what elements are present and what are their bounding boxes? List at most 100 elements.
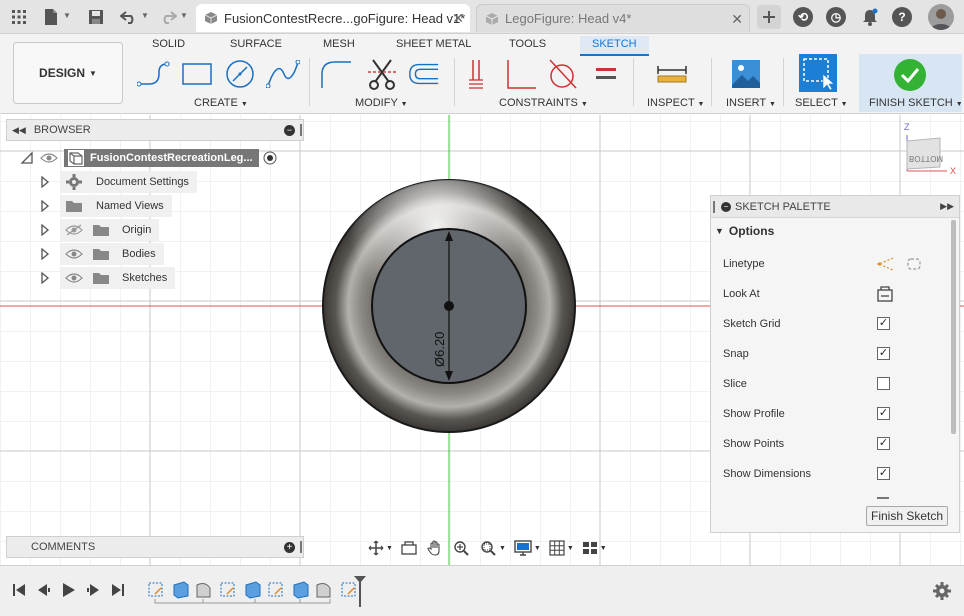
panel-grip-icon[interactable]	[300, 124, 302, 136]
file-menu-caret-icon[interactable]: ▼	[63, 11, 71, 20]
go-to-end-icon[interactable]	[112, 584, 124, 596]
close-tab-icon[interactable]: ✕	[452, 10, 464, 27]
palette-scrollbar[interactable]	[951, 220, 956, 434]
collapse-triangle-icon[interactable]	[20, 151, 34, 165]
select-menu[interactable]: SELECT ▼	[795, 97, 848, 109]
root-component-label-box[interactable]: FusionContestRecreationLeg...	[64, 149, 259, 167]
circle-tool-icon[interactable]	[223, 58, 257, 90]
center-point[interactable]	[444, 301, 454, 311]
spline-tool-icon[interactable]	[266, 58, 300, 90]
step-forward-icon[interactable]	[87, 584, 99, 596]
save-icon[interactable]	[85, 6, 107, 28]
step-back-icon[interactable]	[38, 584, 50, 596]
help-icon[interactable]: ?	[892, 7, 912, 27]
collapse-panel-icon[interactable]: ◀◀	[12, 125, 26, 136]
expand-triangle-icon[interactable]	[40, 176, 50, 188]
expand-triangle-icon[interactable]	[40, 224, 50, 236]
look-at-icon[interactable]	[401, 541, 417, 555]
chevron-down-icon[interactable]: ▼	[567, 545, 574, 552]
modify-menu[interactable]: MODIFY ▼	[355, 97, 408, 109]
offset-tool-icon[interactable]	[406, 58, 440, 90]
finish-sketch-button[interactable]: Finish Sketch	[866, 506, 948, 526]
browser-item-bodies[interactable]: Bodies	[40, 243, 164, 265]
comments-panel-header[interactable]: COMMENTS +	[6, 536, 304, 558]
revolve-feature-icon[interactable]	[316, 583, 331, 598]
timeline-features[interactable]	[148, 581, 356, 604]
expand-panel-icon[interactable]: ▶▶	[940, 201, 954, 212]
tab-surface[interactable]: SURFACE	[230, 36, 282, 56]
user-avatar[interactable]	[928, 4, 954, 30]
centerline-linetype-icon[interactable]	[905, 256, 923, 272]
browser-item-origin[interactable]: Origin	[40, 219, 160, 241]
notifications-bell-icon[interactable]	[859, 6, 881, 28]
view-cube-face[interactable]	[906, 137, 941, 170]
close-tab-icon[interactable]: ✕	[731, 11, 743, 28]
inspect-menu[interactable]: INSPECT ▼	[647, 97, 704, 109]
perpendicular-constraint-icon[interactable]	[503, 58, 537, 90]
constraints-menu[interactable]: CONSTRAINTS ▼	[499, 97, 588, 109]
tangent-constraint-icon[interactable]	[545, 58, 579, 90]
line-tool-icon[interactable]	[137, 58, 171, 90]
tab-tools[interactable]: TOOLS	[509, 36, 546, 56]
add-comment-icon[interactable]: +	[284, 542, 295, 553]
grid-settings-icon[interactable]	[549, 540, 565, 556]
browser-panel-header[interactable]: ◀◀ BROWSER −	[6, 119, 304, 141]
panel-grip-icon[interactable]	[713, 200, 715, 213]
revolve-feature-icon[interactable]	[196, 583, 211, 598]
construction-linetype-icon[interactable]	[877, 256, 895, 272]
eye-visible-icon[interactable]	[40, 152, 58, 164]
expand-triangle-icon[interactable]	[40, 200, 50, 212]
chevron-down-icon[interactable]: ▼	[600, 545, 607, 552]
zoom-icon[interactable]	[453, 540, 469, 556]
tab-head-v4[interactable]: LegoFigure: Head v4* ✕	[476, 4, 750, 32]
undo-icon[interactable]	[118, 6, 140, 28]
timeline-marker[interactable]	[354, 576, 366, 607]
tab-sketch[interactable]: SKETCH	[580, 36, 649, 56]
select-tool-icon[interactable]	[799, 54, 837, 92]
eye-visible-icon[interactable]	[60, 267, 88, 289]
tab-head-v1[interactable]: FusionContestRecre...goFigure: Head v1* …	[196, 4, 470, 32]
minimize-icon[interactable]: −	[721, 201, 731, 212]
sketch-feature-icon[interactable]	[268, 582, 283, 597]
new-tab-plus-icon[interactable]	[757, 5, 781, 29]
browser-root-item[interactable]: FusionContestRecreationLeg...	[20, 147, 277, 169]
chevron-down-icon[interactable]: ▼	[386, 545, 393, 552]
undo-caret-icon[interactable]: ▼	[141, 11, 149, 20]
rectangle-tool-icon[interactable]	[180, 58, 214, 90]
create-menu[interactable]: CREATE ▼	[194, 97, 248, 109]
workspace-switcher-button[interactable]: DESIGN ▼	[13, 42, 123, 104]
measure-ruler-icon[interactable]	[655, 58, 689, 90]
expand-triangle-icon[interactable]	[40, 272, 50, 284]
snap-checkbox[interactable]: ✓	[877, 347, 890, 360]
timeline-settings-gear-icon[interactable]	[933, 582, 951, 600]
redo-caret-icon[interactable]: ▼	[180, 11, 188, 20]
redo-icon[interactable]	[157, 6, 179, 28]
slice-checkbox[interactable]	[877, 377, 890, 390]
sketch-feature-icon[interactable]	[220, 582, 235, 597]
extensions-icon[interactable]: ⟲	[793, 7, 813, 27]
sketch-feature-icon[interactable]	[148, 582, 163, 597]
browser-item-sketches[interactable]: Sketches	[40, 267, 176, 289]
fillet-tool-icon[interactable]	[319, 58, 353, 90]
extrude-feature-icon[interactable]	[293, 581, 309, 599]
minimize-icon[interactable]: −	[284, 125, 295, 136]
play-icon[interactable]	[63, 583, 75, 597]
diameter-dimension-text[interactable]: Ø6.20	[432, 332, 447, 367]
tab-solid[interactable]: SOLID	[152, 36, 185, 56]
show-points-checkbox[interactable]: ✓	[877, 437, 890, 450]
chevron-down-icon[interactable]: ▼	[499, 545, 506, 552]
sketch-feature-icon[interactable]	[341, 582, 356, 597]
tab-sheet-metal[interactable]: SHEET METAL	[396, 36, 471, 56]
fit-zoom-icon[interactable]	[479, 540, 497, 556]
coincident-constraint-icon[interactable]	[461, 58, 495, 90]
file-menu-icon[interactable]	[40, 6, 62, 28]
show-profile-checkbox[interactable]: ✓	[877, 407, 890, 420]
linetype-controls[interactable]	[877, 256, 923, 272]
extrude-feature-icon[interactable]	[245, 581, 261, 599]
finish-sketch-panel[interactable]: FINISH SKETCH ▼	[859, 54, 963, 112]
pan-hand-icon[interactable]	[427, 540, 443, 556]
job-status-clock-icon[interactable]: ◷	[826, 7, 846, 27]
eye-visible-icon[interactable]	[60, 243, 88, 265]
extrude-feature-icon[interactable]	[173, 581, 189, 599]
browser-item-document-settings[interactable]: Document Settings	[40, 171, 197, 193]
